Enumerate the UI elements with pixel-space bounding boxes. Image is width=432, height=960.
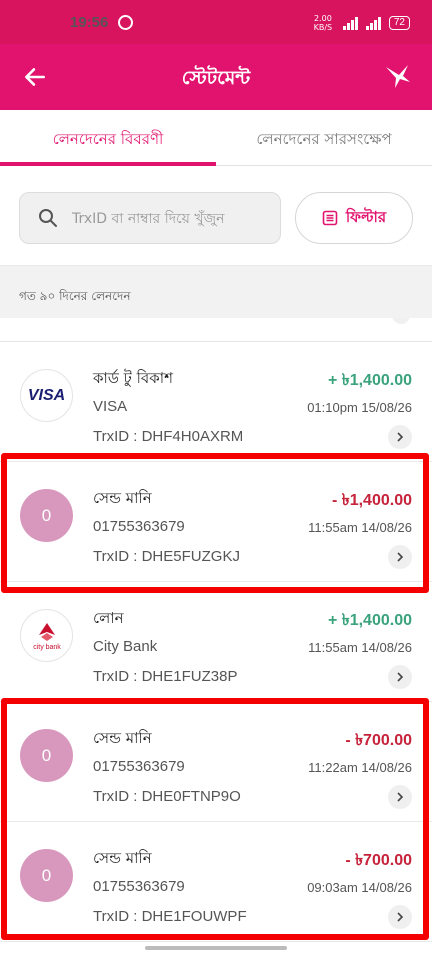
transaction-type: সেন্ড মানি [93,729,152,747]
search-input[interactable] [72,205,272,233]
transaction-amount: + ৳1,400.00 [327,612,412,629]
transaction-id: TrxID : DHE0FTNP9O [93,788,241,805]
search-icon [39,209,57,227]
period-label: গত ৯০ দিনের লেনদেন [19,289,131,303]
bkash-bird-icon[interactable] [384,62,412,90]
transaction-amount: - ৳700.00 [345,732,412,749]
transaction-id: TrxID : DHF4H0AXRM [93,428,244,445]
battery-icon: 72 [388,16,410,30]
city-bank-logo-icon: city bank [33,622,61,651]
transaction-id: TrxID : DHE1FUZ38P [93,668,238,685]
signal-icon [342,16,358,30]
chevron-right-icon [397,792,404,802]
transaction-type: সেন্ড মানি [93,849,152,867]
transaction-datetime: 11:55am 14/08/26 [308,640,412,655]
svg-text:city bank: city bank [33,644,61,651]
transaction-amount: + ৳1,400.00 [327,372,412,389]
transaction-list: VISA কার্ড টু বিকাশ VISA TrxID : DHF4H0A… [0,318,432,943]
transaction-party: City Bank [93,638,158,655]
chevron-right-icon [397,672,404,682]
details-chevron-button[interactable] [388,425,412,449]
transaction-amount: - ৳1,400.00 [331,492,412,509]
list-item-partial[interactable] [0,318,432,342]
status-bar: 19:56 2.00 KB/S 72 [0,0,432,44]
transaction-type: কার্ড টু বিকাশ [93,369,173,387]
transaction-party: VISA [93,398,128,415]
details-chevron-button[interactable] [388,905,412,929]
transaction-id: TrxID : DHE1FOUWPF [93,908,247,925]
transaction-party: 01755363679 [93,758,185,775]
app-bar: স্টেটমেন্ট [0,44,432,110]
transaction-datetime: 01:10pm 15/08/26 [307,400,412,415]
home-indicator[interactable] [145,946,287,950]
list-item[interactable]: 0 সেন্ড মানি 01755363679 TrxID : DHE1FOU… [0,822,432,942]
city-bank-logo-avatar: city bank [20,609,73,662]
chevron-right-icon [397,552,404,562]
notification-icon [118,15,133,30]
search-area: ফিল্টার [0,166,432,266]
chevron-right-icon [397,432,404,442]
transaction-type: লোন [93,609,124,627]
list-item[interactable]: 0 সেন্ড মানি 01755363679 TrxID : DHE0FTN… [0,702,432,822]
transaction-party: 01755363679 [93,878,185,895]
filter-button[interactable]: ফিল্টার [295,192,413,244]
signal-icon-2 [365,16,381,30]
list-item[interactable]: 0 সেন্ড মানি 01755363679 TrxID : DHE5FUZ… [0,462,432,582]
chevron-right-icon [392,318,410,324]
details-chevron-button[interactable] [388,545,412,569]
contact-avatar: 0 [20,489,73,542]
contact-avatar: 0 [20,729,73,782]
network-speed: 2.00 KB/S [313,14,333,32]
tab-transaction-summary[interactable]: লেনদেনের সারসংক্ষেপ [216,128,432,153]
chevron-right-icon [397,912,404,922]
transaction-datetime: 09:03am 14/08/26 [307,880,412,895]
transaction-datetime: 11:55am 14/08/26 [308,520,412,535]
status-icons: 2.00 KB/S 72 [311,14,410,32]
filter-icon [322,210,338,226]
visa-logo-icon: VISA [27,386,66,404]
tab-transaction-details[interactable]: লেনদেনের বিবরণী [0,128,216,153]
transaction-party: 01755363679 [93,518,185,535]
contact-avatar: 0 [20,849,73,902]
transaction-id: TrxID : DHE5FUZGKJ [93,548,240,565]
visa-logo-avatar: VISA [20,369,73,422]
filter-label: ফিল্টার [345,207,387,226]
transaction-amount: - ৳700.00 [345,852,412,869]
page-title: স্টেটমেন্ট [181,67,251,89]
tab-bar: লেনদেনের বিবরণী লেনদেনের সারসংক্ষেপ [0,110,432,166]
list-item[interactable]: VISA কার্ড টু বিকাশ VISA TrxID : DHF4H0A… [0,342,432,462]
transaction-datetime: 11:22am 14/08/26 [308,760,412,775]
details-chevron-button[interactable] [388,785,412,809]
transaction-type: সেন্ড মানি [93,489,152,507]
search-box[interactable] [19,192,281,244]
gesture-nav-bar [0,943,432,960]
list-item[interactable]: city bank লোন City Bank TrxID : DHE1FUZ3… [0,582,432,702]
details-chevron-button[interactable] [388,665,412,689]
